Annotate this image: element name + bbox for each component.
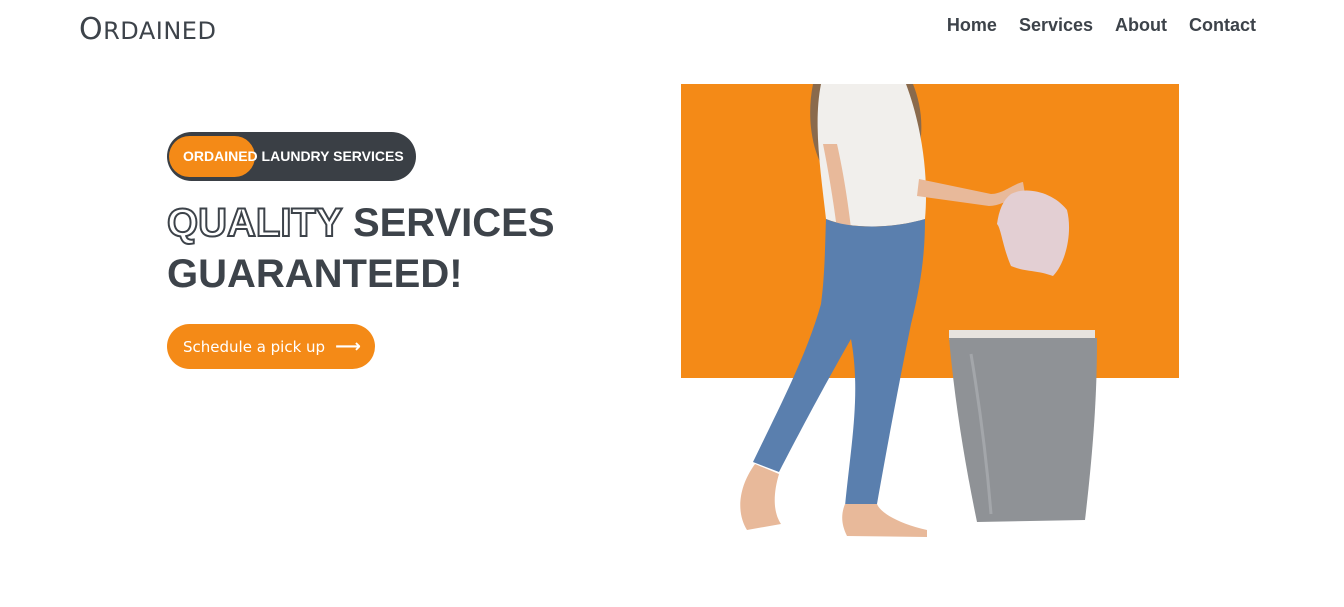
main-nav: Home Services About Contact [947,15,1256,36]
nav-about[interactable]: About [1115,15,1167,36]
laundry-bin [949,338,1097,522]
cta-label: Schedule a pick up [183,337,326,356]
brand-logo[interactable]: ORDAINED [79,12,216,47]
service-badge: ORDAINED LAUNDRY SERVICES [167,132,416,181]
logo-text: RDAINED [103,17,217,45]
held-cloth [997,190,1070,276]
schedule-pickup-button[interactable]: Schedule a pick up ⟶ [167,324,375,369]
headline-line-2: GUARANTEED! [167,252,463,296]
headline-outline-word: QUALITY [166,200,343,246]
nav-home[interactable]: Home [947,15,997,36]
logo-initial: O [79,12,104,47]
right-foot [842,504,927,537]
hero-illustration [740,84,1097,537]
headline-word: SERVICES [341,201,555,245]
hero-headline: QUALITY SERVICES GUARANTEED! [166,198,555,300]
jeans [753,219,925,506]
arrow-right-icon: ⟶ [335,336,361,357]
nav-contact[interactable]: Contact [1189,15,1256,36]
badge-label: ORDAINED LAUNDRY SERVICES [183,148,404,164]
left-foot [740,464,781,530]
nav-services[interactable]: Services [1019,15,1093,36]
